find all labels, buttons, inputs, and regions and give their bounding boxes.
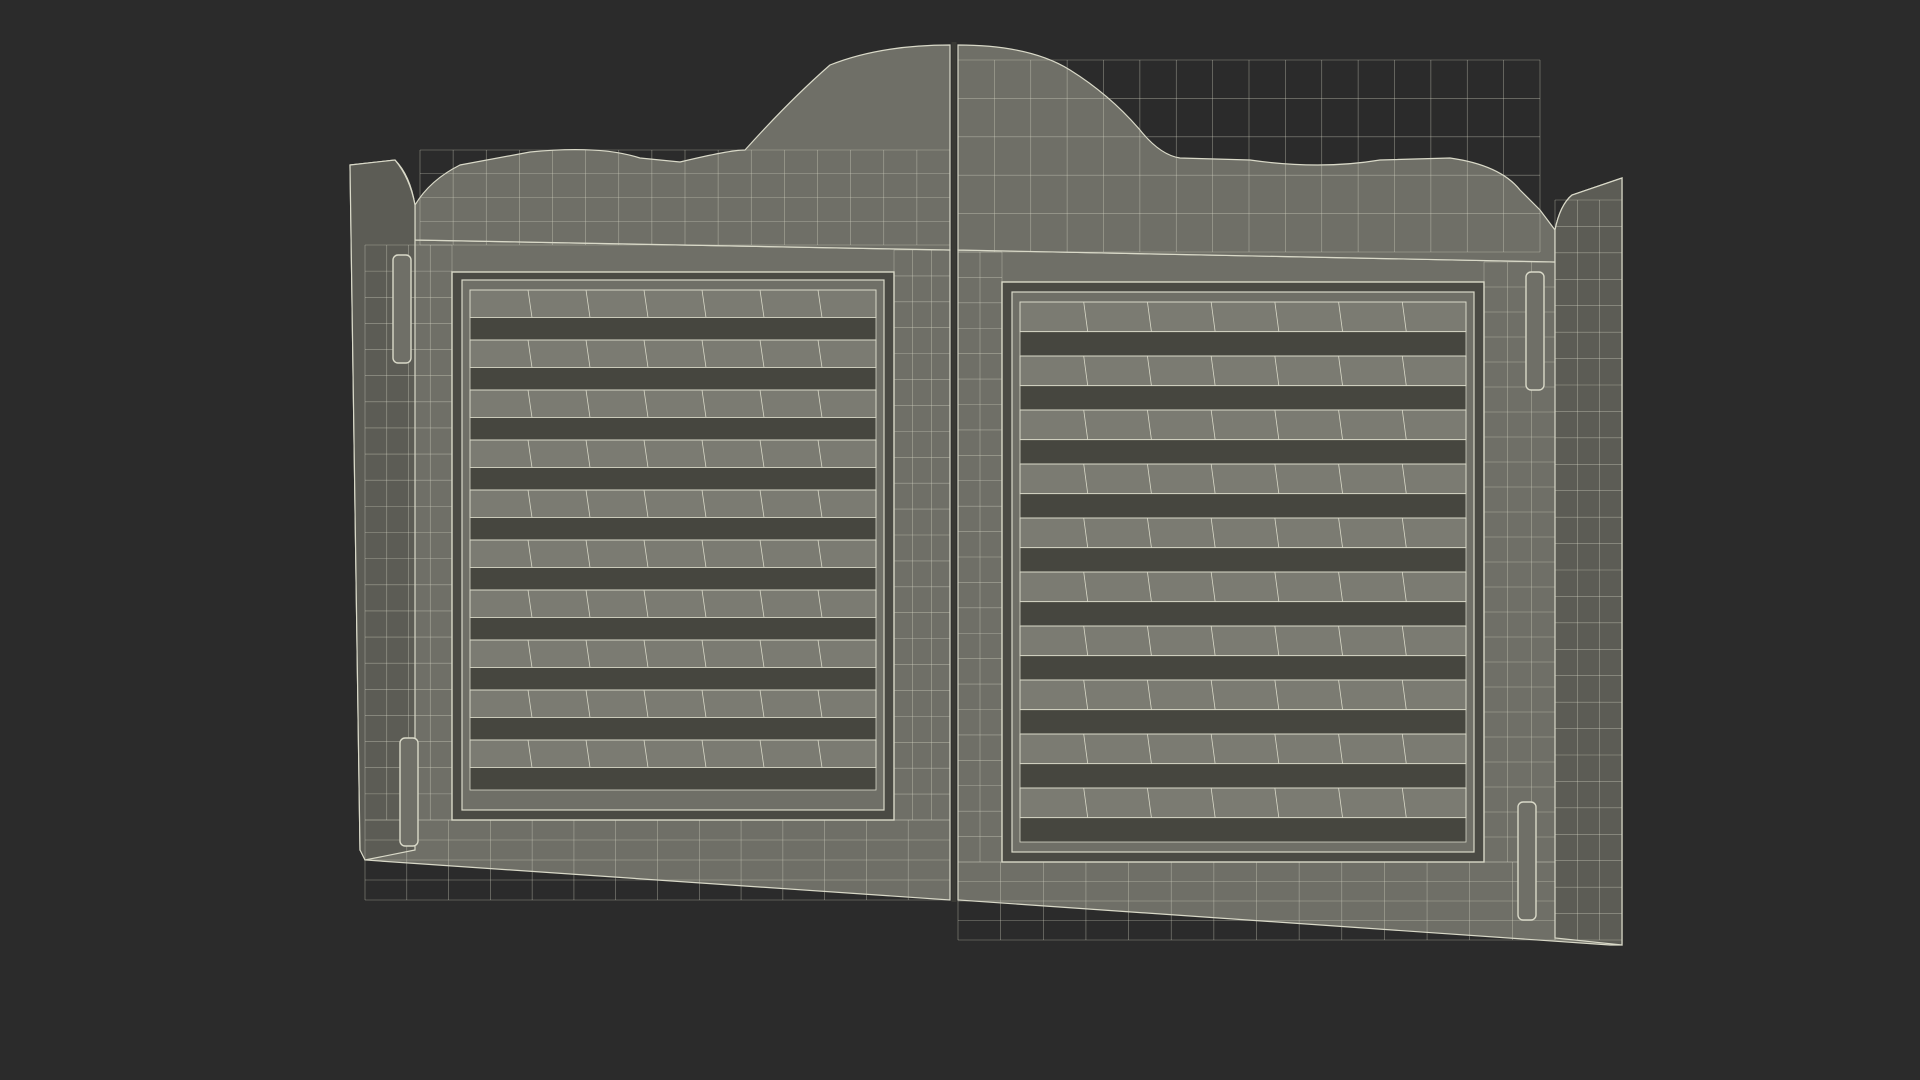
right-hinge-top	[1525, 271, 1545, 391]
right-louver-slat	[1019, 679, 1467, 735]
left-louvers	[469, 289, 877, 791]
left-louver-slat	[469, 289, 877, 341]
render-viewport	[0, 0, 1920, 1080]
right-louver-slat	[1019, 517, 1467, 573]
right-louver-slat	[1019, 733, 1467, 789]
left-louver-slat	[469, 739, 877, 791]
left-louver-slat	[469, 439, 877, 491]
left-louver-slat	[469, 589, 877, 641]
right-louver-slat	[1019, 355, 1467, 411]
right-louver-slat	[1019, 571, 1467, 627]
right-hinge-bottom	[1517, 801, 1537, 921]
left-hinge-top	[392, 254, 412, 364]
right-louver-slat	[1019, 787, 1467, 843]
right-louver-slat	[1019, 409, 1467, 465]
right-louvers	[1019, 301, 1467, 843]
right-louver-slat	[1019, 625, 1467, 681]
left-louver-slat	[469, 389, 877, 441]
right-door-post	[1554, 177, 1623, 946]
left-louver-slat	[469, 689, 877, 741]
right-louver-slat	[1019, 301, 1467, 357]
left-louver-slat	[469, 639, 877, 691]
left-hinge-bottom	[399, 737, 419, 847]
saloon-doors-render	[0, 0, 1920, 1080]
left-louver-slat	[469, 539, 877, 591]
left-louver-slat	[469, 489, 877, 541]
right-louver-slat	[1019, 463, 1467, 519]
left-louver-slat	[469, 339, 877, 391]
